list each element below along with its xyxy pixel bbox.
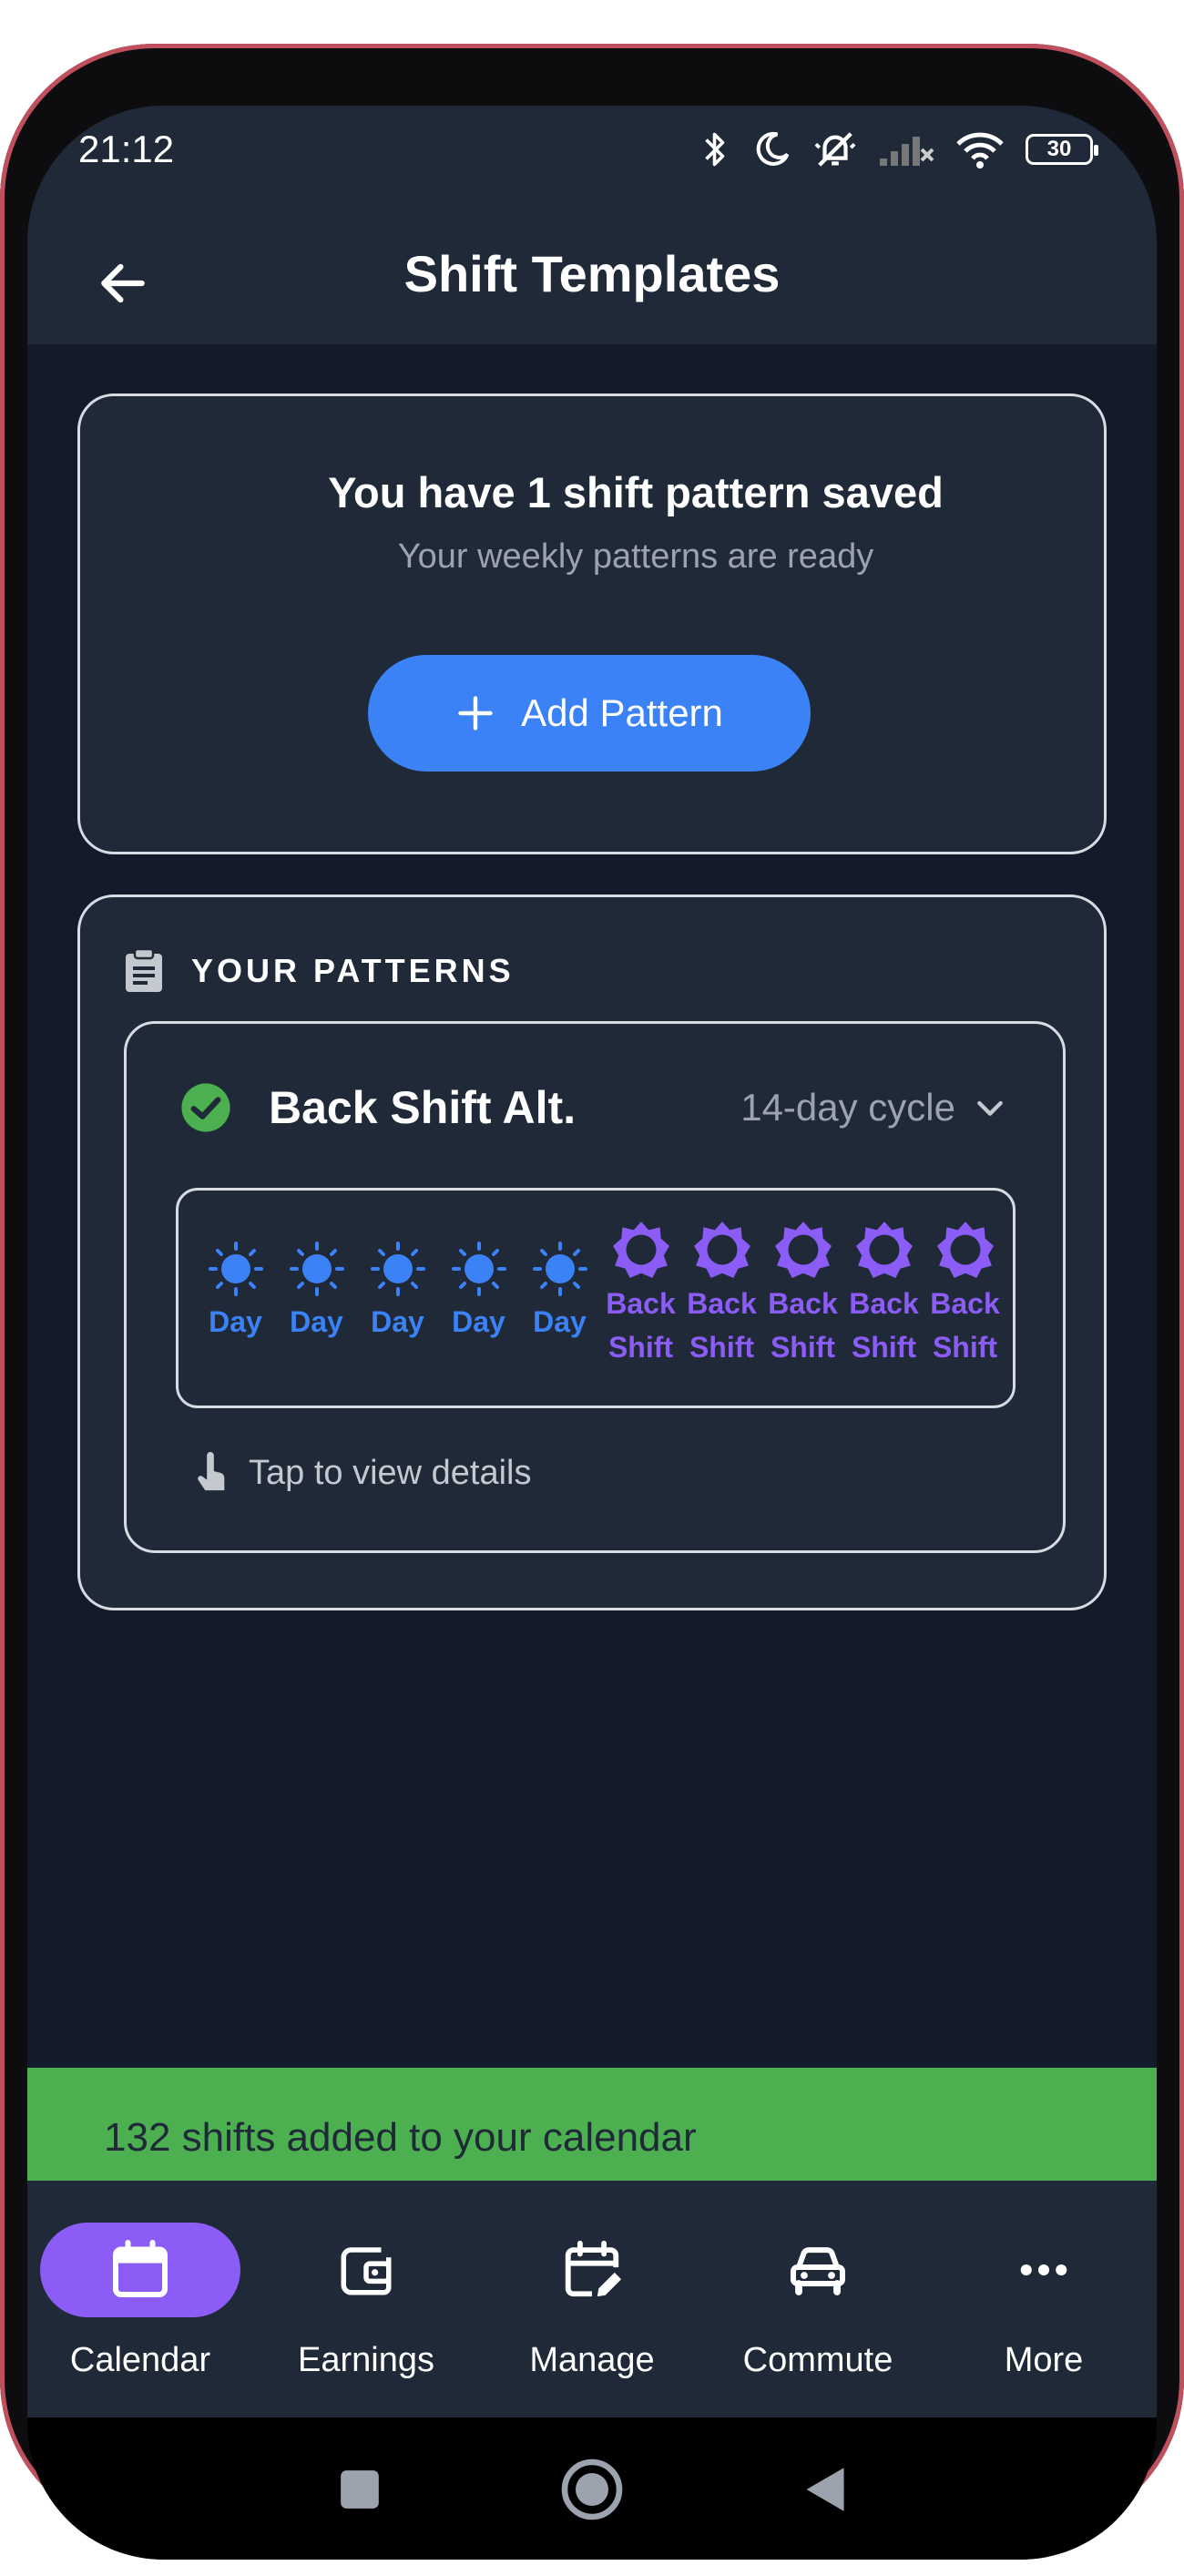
day-label: Day (371, 1305, 424, 1338)
sun-icon (370, 1242, 425, 1296)
day-cell: Day (276, 1191, 357, 1339)
add-pattern-button[interactable]: Add Pattern (368, 655, 811, 772)
back-shift-label: Back Shift (768, 1287, 838, 1364)
wallet-icon (341, 2247, 392, 2295)
pattern-item[interactable]: Back Shift Alt. 14-day cycle Day Day Day… (124, 1021, 1066, 1553)
status-time: 21:12 (78, 128, 175, 170)
calendar-icon (113, 2240, 168, 2297)
home-circle-icon (561, 2458, 623, 2520)
nav-label: Calendar (69, 2341, 211, 2379)
back-nav-button[interactable] (783, 2448, 865, 2530)
back-shift-cell: Back Shift (681, 1191, 762, 1369)
signal-icon (880, 137, 934, 166)
arrow-left-icon (101, 263, 145, 303)
chevron-down-icon[interactable] (972, 1089, 1008, 1126)
nav-more-indicator (944, 2223, 1144, 2317)
pattern-cycle: 14-day cycle (740, 1086, 955, 1129)
back-shift-cell: Back Shift (762, 1191, 843, 1369)
pattern-name: Back Shift Alt. (269, 1082, 577, 1133)
touch-icon (198, 1452, 225, 1491)
brightness-icon (936, 1222, 994, 1278)
home-button[interactable] (551, 2448, 633, 2530)
plus-icon (458, 696, 493, 731)
summary-card: You have 1 shift pattern saved Your week… (77, 394, 1107, 854)
nav-commute-indicator (718, 2223, 918, 2317)
system-nav-bar (27, 2418, 1157, 2560)
tap-hint: Tap to view details (192, 1452, 532, 1494)
square-icon (341, 2470, 379, 2509)
day-label: Day (290, 1305, 343, 1338)
nav-more[interactable]: More (931, 2181, 1157, 2418)
nav-label: Earnings (298, 2341, 434, 2379)
brightness-icon (693, 1222, 750, 1278)
section-header: YOUR PATTERNS (124, 948, 515, 994)
nav-calendar[interactable]: Calendar (27, 2181, 253, 2418)
sun-icon (451, 1242, 506, 1296)
snackbar: 132 shifts added to your calendar (27, 2068, 1157, 2181)
wifi-icon (956, 132, 1004, 169)
brightness-icon (855, 1222, 913, 1278)
brightness-icon (612, 1222, 669, 1278)
back-shift-label: Back Shift (930, 1287, 1000, 1364)
bottom-nav: Calendar Earnings Manage Commute More (27, 2181, 1157, 2418)
check-circle-icon (181, 1083, 230, 1132)
sun-icon (289, 1242, 344, 1296)
brightness-icon (774, 1222, 832, 1278)
back-shift-cell: Back Shift (843, 1191, 924, 1369)
battery-icon: 30 (1026, 134, 1098, 165)
nav-earnings[interactable]: Earnings (253, 2181, 479, 2418)
nav-earnings-indicator (266, 2223, 466, 2317)
back-shift-cell: Back Shift (600, 1191, 681, 1369)
car-icon (791, 2247, 845, 2295)
moon-icon (756, 131, 790, 166)
battery-level: 30 (1046, 137, 1072, 161)
nav-manage-indicator (492, 2223, 692, 2317)
snackbar-message: 132 shifts added to your calendar (104, 2115, 697, 2160)
back-shift-label: Back Shift (606, 1287, 676, 1364)
back-shift-cell: Back Shift (924, 1191, 1005, 1369)
clipboard-icon (126, 948, 162, 992)
day-label: Day (533, 1305, 587, 1338)
section-title: YOUR PATTERNS (191, 952, 515, 989)
day-label: Day (209, 1305, 262, 1338)
nav-label: Commute (742, 2341, 893, 2379)
page-title: Shift Templates (403, 245, 781, 302)
nav-label: Manage (529, 2341, 655, 2379)
day-label: Day (452, 1305, 505, 1338)
day-cell: Day (438, 1191, 519, 1339)
summary-subtitle: Your weekly patterns are ready (397, 537, 874, 576)
nav-manage[interactable]: Manage (479, 2181, 705, 2418)
bell-off-icon (814, 132, 856, 167)
status-bar: 21:12 30 (27, 106, 1157, 224)
bluetooth-icon (705, 132, 725, 167)
summary-title: You have 1 shift pattern saved (328, 468, 944, 516)
recents-button[interactable] (319, 2448, 401, 2530)
calendar-edit-icon (565, 2240, 622, 2297)
pattern-days-strip: Day Day Day Day Day Back Shift Back Shif… (176, 1188, 1016, 1408)
status-icons: 30 (699, 128, 1098, 171)
day-cell: Day (195, 1191, 276, 1339)
add-pattern-label: Add Pattern (521, 691, 723, 734)
nav-commute[interactable]: Commute (705, 2181, 931, 2418)
pattern-header[interactable]: Back Shift Alt. 14-day cycle (179, 1071, 1008, 1144)
tap-hint-text: Tap to view details (249, 1453, 532, 1492)
back-button[interactable] (82, 242, 164, 324)
back-shift-label: Back Shift (687, 1287, 757, 1364)
triangle-back-icon (806, 2468, 844, 2511)
more-horizontal-icon (1020, 2264, 1067, 2276)
sun-icon (208, 1242, 263, 1296)
back-shift-label: Back Shift (849, 1287, 919, 1364)
nav-calendar-indicator (40, 2223, 240, 2317)
day-cell: Day (519, 1191, 600, 1339)
sun-icon (532, 1242, 587, 1296)
app-bar: Shift Templates (27, 224, 1157, 344)
patterns-card: YOUR PATTERNS Back Shift Alt. 14-day cyc… (77, 894, 1107, 1610)
phone-frame: 21:12 30 Shift Templates You have 1 shif… (0, 44, 1184, 2560)
screen: 21:12 30 Shift Templates You have 1 shif… (27, 106, 1157, 2560)
nav-label: More (1004, 2341, 1084, 2379)
day-cell: Day (357, 1191, 438, 1339)
